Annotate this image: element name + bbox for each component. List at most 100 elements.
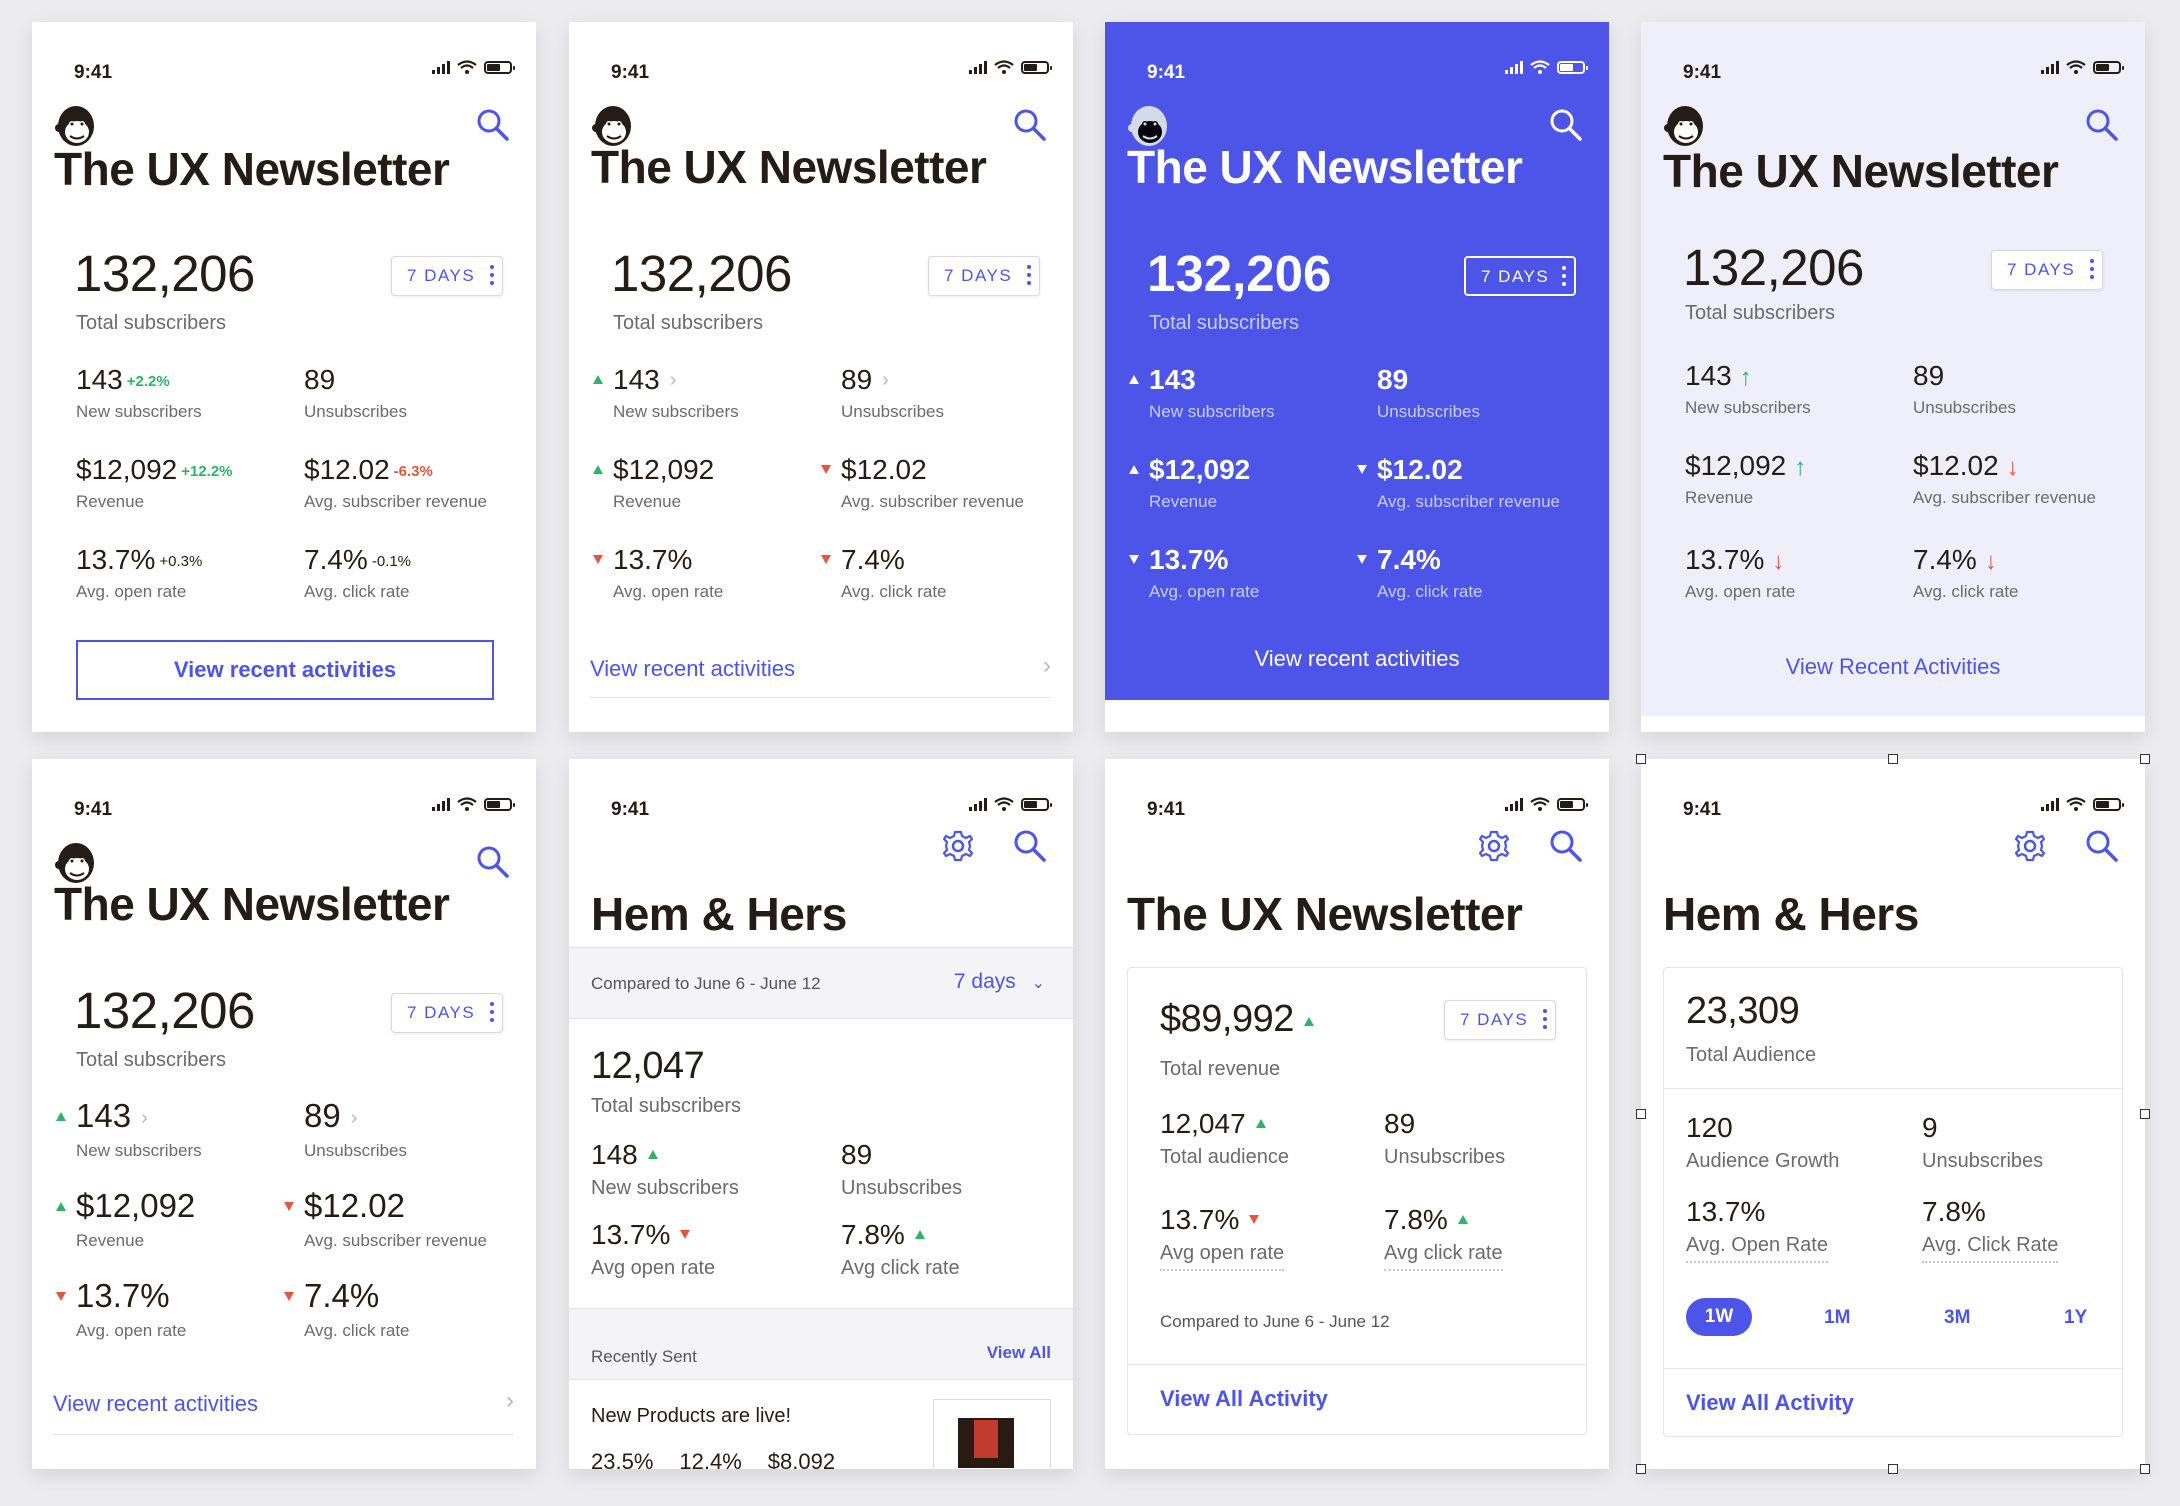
wifi-icon (1530, 60, 1550, 74)
selection-handle[interactable] (1636, 1109, 1646, 1119)
chevron-right-icon[interactable]: › (670, 369, 677, 392)
divider (590, 697, 1051, 698)
metric-click-rate: 7.4% Avg. click rate (821, 544, 1071, 602)
status-icons (1505, 797, 1588, 811)
triangle-up-icon (647, 1150, 658, 1159)
metric-new-subscribers: 143 › New subscribers (56, 1097, 306, 1161)
search-icon[interactable] (2085, 829, 2119, 863)
open-rate-value: 13.7% (1686, 1196, 1766, 1227)
metric-new-subscribers: 143 New subscribers (1129, 364, 1379, 422)
metric-unsubscribes: 89 › Unsubscribes (841, 364, 1071, 422)
triangle-down-icon (1129, 555, 1139, 564)
triangle-up-icon (1457, 1215, 1468, 1224)
status-bar: 9:41 (1641, 22, 2145, 92)
click-rate-label: Avg. click rate (304, 582, 410, 601)
new-subscribers-label: New subscribers (76, 402, 202, 421)
card-footer (1641, 716, 2145, 732)
period-dropdown[interactable]: 7 DAYS (928, 256, 1040, 296)
selection-handle[interactable] (1636, 1464, 1646, 1474)
status-icons (969, 797, 1052, 811)
metric-open-rate: 13.7% Avg. Open Rate (1686, 1196, 1916, 1263)
click-rate-label[interactable]: Avg click rate (1384, 1242, 1503, 1271)
total-audience-value: 23,309 (1686, 990, 1800, 1032)
view-recent-activities-link[interactable]: View recent activities (53, 1391, 258, 1417)
period-dropdown[interactable]: 7 DAYS (391, 256, 503, 296)
chevron-right-icon[interactable]: › (506, 1387, 514, 1415)
search-icon[interactable] (476, 108, 510, 142)
chevron-right-icon[interactable]: › (351, 1107, 358, 1130)
gear-icon[interactable] (1477, 829, 1511, 863)
revenue-value: $12,092 (76, 1187, 196, 1224)
signal-icon (2041, 797, 2059, 811)
range-1m-button[interactable]: 1M (1824, 1307, 1850, 1329)
comparison-text: Compared to June 6 - June 12 (1160, 1312, 1390, 1331)
search-icon[interactable] (1013, 829, 1047, 863)
avg-revenue-value: $12.02 (1913, 450, 1999, 481)
campaign-thumbnail[interactable] (933, 1399, 1051, 1469)
search-icon[interactable] (1013, 108, 1047, 142)
search-icon[interactable] (2085, 108, 2119, 142)
metric-unsubscribes: 89 Unsubscribes (1913, 360, 2143, 418)
triangle-down-icon (56, 1292, 66, 1301)
selection-handle[interactable] (2140, 754, 2150, 764)
selection-handle[interactable] (1888, 754, 1898, 764)
search-icon[interactable] (476, 845, 510, 879)
page-title: Hem & Hers (591, 888, 847, 940)
view-recent-activities-button[interactable]: View recent activities (76, 640, 494, 700)
range-1w-button[interactable]: 1W (1686, 1298, 1752, 1336)
view-recent-activities-link[interactable]: View recent activities (1105, 646, 1609, 672)
period-dropdown[interactable]: 7 DAYS (391, 993, 503, 1033)
triangle-down-icon (1357, 465, 1367, 474)
avg-revenue-label: Avg. subscriber revenue (1913, 488, 2097, 507)
search-icon[interactable] (1549, 829, 1583, 863)
open-rate-label[interactable]: Avg. Open Rate (1686, 1234, 1828, 1263)
view-all-link[interactable]: View All (987, 1343, 1051, 1363)
card-1: 9:41 The UX Newsletter 132,206 Total sub… (32, 22, 536, 732)
new-subscribers-value: 143 (613, 364, 660, 395)
gear-icon[interactable] (941, 829, 975, 863)
campaign-title[interactable]: New Products are live! (591, 1405, 791, 1428)
view-all-activity-link[interactable]: View All Activity (1160, 1386, 1328, 1412)
chevron-right-icon[interactable]: › (1043, 652, 1051, 680)
range-3m-button[interactable]: 3M (1944, 1307, 1970, 1329)
triangle-up-icon (56, 1112, 66, 1121)
click-rate-value: 7.4% (1913, 544, 1977, 575)
avg-revenue-value: $12.02 (1377, 454, 1463, 485)
unsubscribes-label: Unsubscribes (304, 402, 407, 421)
gear-icon[interactable] (2013, 829, 2047, 863)
arrow-down-icon: ↓ (1984, 548, 1997, 575)
period-select[interactable]: 7 days ⌄ (954, 970, 1045, 994)
metric-total-audience: 12,047 Total audience (1160, 1108, 1390, 1169)
view-recent-activities-link[interactable]: View Recent Activities (1641, 654, 2145, 680)
battery-icon (2093, 797, 2124, 811)
click-rate-change: -0.1% (371, 553, 412, 570)
click-rate-value: 7.4% (841, 544, 905, 575)
click-rate-label[interactable]: Avg. Click Rate (1922, 1234, 2059, 1263)
period-dropdown[interactable]: 7 DAYS (1991, 250, 2103, 290)
view-recent-activities-link[interactable]: View recent activities (590, 656, 795, 682)
new-subscribers-label: New subscribers (1685, 398, 1811, 417)
selection-handle[interactable] (1888, 1464, 1898, 1474)
divider (53, 1434, 514, 1435)
open-rate-label[interactable]: Avg open rate (1160, 1242, 1285, 1271)
total-revenue-number: $89,992 (1160, 998, 1294, 1040)
search-icon[interactable] (1549, 108, 1583, 142)
click-rate-label: Avg. click rate (304, 1321, 410, 1340)
divider (1128, 1364, 1586, 1365)
selection-handle[interactable] (1636, 754, 1646, 764)
selection-handle[interactable] (2140, 1109, 2150, 1119)
divider (1664, 1088, 2122, 1089)
selection-handle[interactable] (2140, 1464, 2150, 1474)
period-dropdown[interactable]: 7 DAYS (1444, 1000, 1556, 1040)
chevron-right-icon[interactable]: › (882, 369, 889, 392)
status-bar: 9:41 (1105, 22, 1609, 92)
open-rate-change: +0.3% (159, 553, 203, 570)
battery-icon (484, 60, 515, 74)
signal-icon (432, 797, 450, 811)
view-all-activity-link[interactable]: View All Activity (1686, 1390, 1854, 1416)
arrow-down-icon: ↓ (2006, 454, 2019, 481)
range-1y-button[interactable]: 1Y (2064, 1307, 2087, 1329)
revenue-change: +12.2% (181, 463, 233, 480)
chevron-right-icon[interactable]: › (141, 1107, 148, 1130)
period-dropdown[interactable]: 7 DAYS (1464, 256, 1576, 296)
